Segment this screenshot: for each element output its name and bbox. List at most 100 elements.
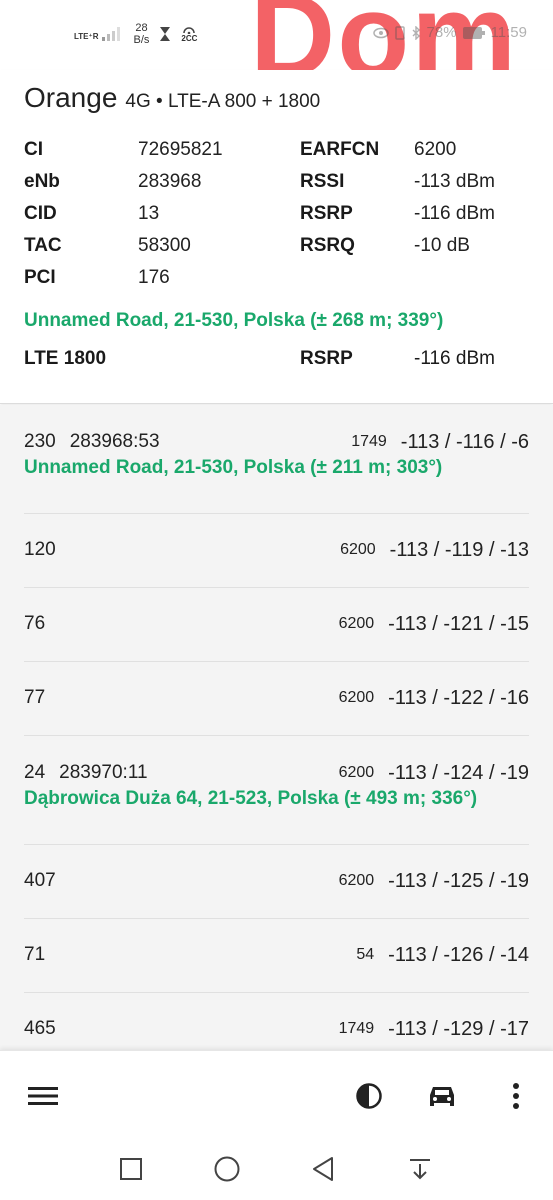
- notification-pull-icon: [410, 1159, 430, 1180]
- signal-values: -113 / -116 / -6: [400, 430, 529, 453]
- signal-values: -113 / -129 / -17: [388, 1017, 529, 1040]
- pci: 71: [24, 944, 46, 965]
- network-speed: 28 B/s: [134, 22, 150, 46]
- field-row: PCI 176: [24, 262, 529, 294]
- menu-button[interactable]: [26, 1079, 60, 1113]
- drive-mode-button[interactable]: [425, 1079, 459, 1113]
- signal-indicator: LTE⁺R: [74, 27, 124, 41]
- secondary-carrier-row: LTE 1800 RSRP -116 dBm: [24, 348, 495, 370]
- cell-address[interactable]: Dąbrowica Duża 64, 21-523, Polska (± 493…: [24, 788, 477, 810]
- serving-cell-fields: CI 72695821 EARFCN 6200 eNb 283968 RSSI …: [24, 134, 529, 294]
- more-vert-icon: [513, 1083, 519, 1109]
- status-bar-left: LTE⁺R 28 B/s 2CC: [74, 22, 197, 46]
- field-value: 58300: [138, 235, 191, 256]
- earfcn: 6200: [338, 872, 375, 889]
- home-icon: [214, 1156, 240, 1182]
- list-item[interactable]: 407 6200 -113 / -125 / -19: [24, 845, 529, 919]
- field-row: CID 13 RSRP -116 dBm: [24, 198, 529, 230]
- pci: 24: [24, 762, 46, 783]
- earfcn: 54: [356, 946, 375, 963]
- notification-pull-button[interactable]: [405, 1154, 435, 1184]
- vibrate-icon: [394, 25, 405, 40]
- list-item[interactable]: 465 1749 -113 / -129 / -17: [24, 993, 529, 1050]
- signal-values: -113 / -126 / -14: [388, 943, 529, 966]
- pci: 465: [24, 1018, 56, 1039]
- serving-cell-panel: Orange 4G • LTE-A 800 + 1800 CI 72695821…: [0, 70, 553, 404]
- list-item[interactable]: 120 6200 -113 / -119 / -13: [24, 514, 529, 588]
- pci: 407: [24, 870, 56, 891]
- hotspot-indicator: 2CC: [181, 26, 197, 43]
- signal-values: -113 / -125 / -19: [388, 869, 529, 892]
- home-button[interactable]: [212, 1154, 242, 1184]
- car-icon: [430, 1087, 454, 1106]
- field-value: 6200: [414, 139, 457, 160]
- list-item[interactable]: 24 283970:11 6200 -113 / -124 / -19 Dąbro…: [24, 736, 529, 845]
- status-bar-right: 78% 11:59: [372, 24, 527, 41]
- earfcn: 6200: [338, 615, 375, 632]
- earfcn: 1749: [338, 1020, 375, 1037]
- operator-line: Orange 4G • LTE-A 800 + 1800: [24, 82, 320, 114]
- pci: 120: [24, 539, 56, 560]
- list-item[interactable]: 77 6200 -113 / -122 / -16: [24, 662, 529, 736]
- bottom-app-bar: [0, 1050, 553, 1140]
- secondary-band: LTE 1800: [24, 348, 107, 369]
- earfcn: 6200: [338, 764, 375, 781]
- earfcn: 6200: [340, 541, 376, 558]
- earfcn: 6200: [338, 689, 375, 706]
- bluetooth-icon: [412, 25, 420, 40]
- list-item[interactable]: 71 54 -113 / -126 / -14: [24, 919, 529, 993]
- network-technology: 4G • LTE-A 800 + 1800: [125, 91, 321, 112]
- cell-id: 283970:11: [59, 762, 148, 783]
- list-item[interactable]: 76 6200 -113 / -121 / -15: [24, 588, 529, 662]
- field-value: 13: [138, 203, 160, 224]
- field-key: EARFCN: [300, 139, 380, 160]
- theme-contrast-icon: [356, 1083, 382, 1109]
- recents-icon: [120, 1158, 142, 1180]
- field-value: -116 dBm: [414, 203, 495, 224]
- back-button[interactable]: [308, 1154, 338, 1184]
- list-item[interactable]: 230 283968:53 1749 -113 / -116 / -6 Unnam…: [24, 405, 529, 514]
- hotspot-icon: [183, 26, 196, 34]
- field-value: -113 dBm: [414, 171, 495, 192]
- battery-percent: 78%: [426, 24, 457, 41]
- secondary-key: RSRP: [300, 348, 353, 369]
- system-navigation-bar: [0, 1140, 553, 1200]
- theme-toggle-button[interactable]: [352, 1079, 386, 1113]
- clock: 11:59: [490, 24, 527, 41]
- cell-id: 283968:53: [69, 431, 160, 452]
- operator-name: Orange: [24, 82, 118, 113]
- serving-cell-address[interactable]: Unnamed Road, 21-530, Polska (± 268 m; 3…: [24, 310, 443, 332]
- field-key: CI: [24, 139, 43, 160]
- secondary-value: -116 dBm: [414, 348, 495, 369]
- hourglass-icon: [160, 27, 171, 41]
- field-row: CI 72695821 EARFCN 6200: [24, 134, 529, 166]
- signal-values: -113 / -119 / -13: [389, 538, 529, 561]
- recents-button[interactable]: [116, 1154, 146, 1184]
- pci: 77: [24, 687, 46, 708]
- network-type: LTE⁺R: [74, 32, 99, 41]
- field-key: CID: [24, 203, 57, 224]
- battery-icon: [462, 26, 485, 39]
- field-value: 176: [138, 267, 170, 288]
- speed-value: 28: [135, 22, 148, 34]
- field-key: PCI: [24, 267, 56, 288]
- field-value: -10 dB: [414, 235, 470, 256]
- menu-icon: [28, 1087, 58, 1105]
- neighbour-cell-list[interactable]: 230 283968:53 1749 -113 / -116 / -6 Unnam…: [0, 405, 553, 1050]
- cell-address[interactable]: Unnamed Road, 21-530, Polska (± 211 m; 3…: [24, 457, 442, 479]
- signal-values: -113 / -121 / -15: [388, 612, 529, 635]
- field-row: eNb 283968 RSSI -113 dBm: [24, 166, 529, 198]
- field-key: RSRQ: [300, 235, 355, 256]
- speed-unit: B/s: [133, 34, 150, 46]
- overflow-menu-button[interactable]: [499, 1079, 533, 1113]
- field-value: 72695821: [138, 139, 223, 160]
- pci: 76: [24, 613, 46, 634]
- field-row: TAC 58300 RSRQ -10 dB: [24, 230, 529, 262]
- field-key: eNb: [24, 171, 60, 192]
- signal-values: -113 / -122 / -16: [388, 686, 529, 709]
- earfcn: 1749: [351, 433, 387, 450]
- pci: 230: [24, 431, 56, 452]
- signal-values: -113 / -124 / -19: [388, 761, 529, 784]
- signal-bars-icon: [101, 27, 120, 41]
- eye-icon: [372, 27, 389, 38]
